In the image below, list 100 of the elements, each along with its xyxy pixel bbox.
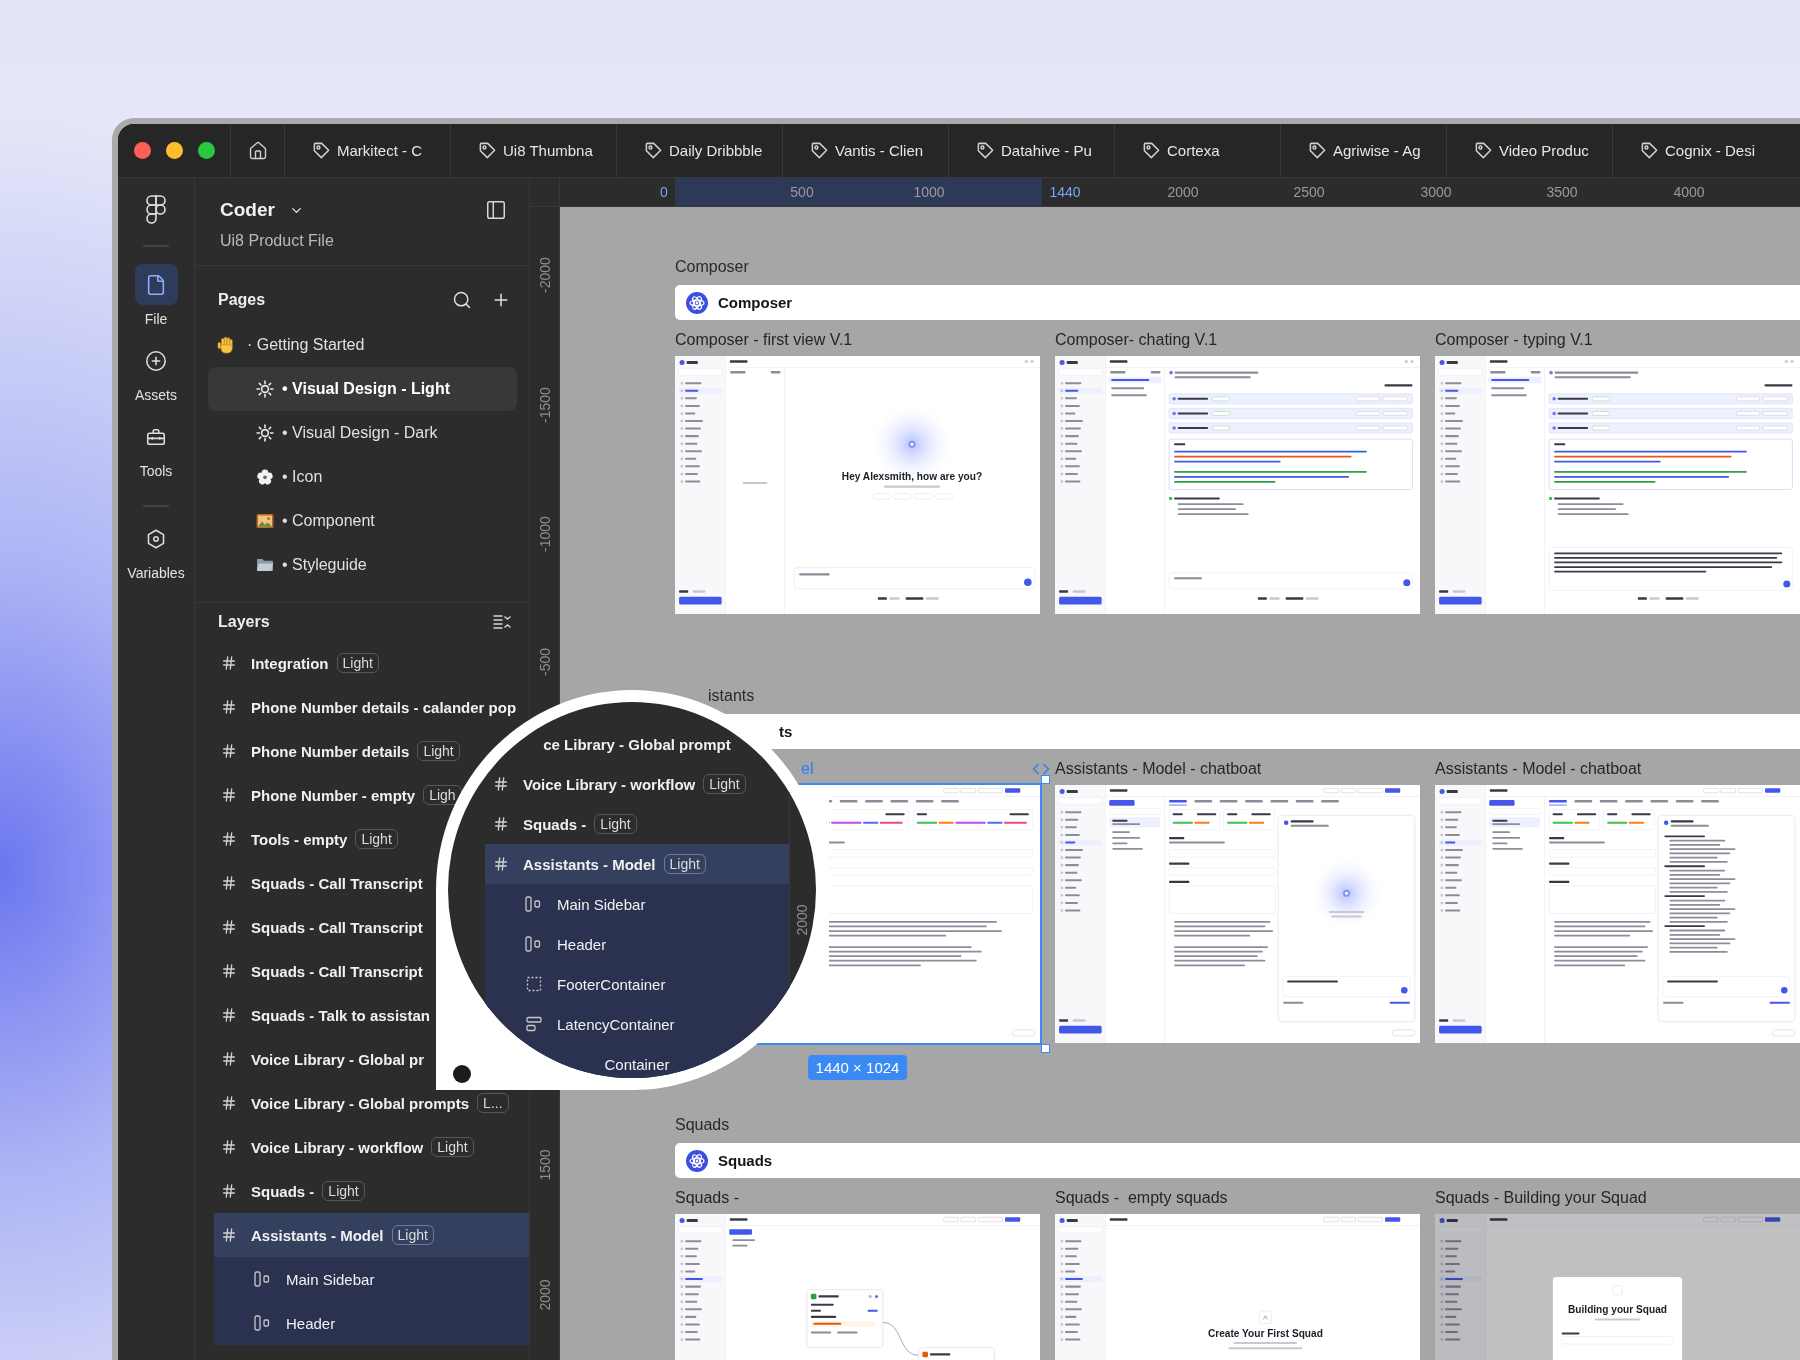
- theme-tag: Light: [391, 1225, 434, 1245]
- hash-icon: [221, 1139, 237, 1155]
- hash-icon: [493, 776, 509, 792]
- ruler-label: -1500: [537, 387, 553, 423]
- layer-item[interactable]: LatencyContainer: [525, 1004, 675, 1044]
- file-menu-button[interactable]: Coder: [220, 199, 304, 221]
- search-icon[interactable]: [452, 289, 472, 310]
- layer-item[interactable]: Assistants - Model Light: [214, 1213, 529, 1257]
- hash-icon: [221, 831, 237, 847]
- layer-name: Container: [604, 1055, 670, 1073]
- frame-title[interactable]: Assistants - Model - chatboat: [1435, 759, 1642, 779]
- page-item[interactable]: • Visual Design - Light: [208, 367, 517, 411]
- flower-icon: [256, 468, 274, 486]
- layout-columns-icon: [254, 1315, 272, 1331]
- layer-item[interactable]: Integration Light: [221, 641, 379, 685]
- resize-handle[interactable]: [1041, 775, 1050, 784]
- layer-item[interactable]: Tools - empty Light: [221, 817, 398, 861]
- sun-icon: [256, 380, 274, 398]
- layer-item[interactable]: FooterContainer: [525, 964, 666, 1004]
- layer-item[interactable]: Header: [525, 924, 607, 964]
- layer-item[interactable]: Voice Library - workflow Light: [493, 764, 746, 804]
- layer-item[interactable]: Squads - Call Transcript: [221, 861, 423, 905]
- browser-tab[interactable]: Agriwise - Ag: [1280, 124, 1446, 177]
- hash-icon: [221, 1007, 237, 1023]
- browser-tab[interactable]: Markitect - C: [284, 124, 450, 177]
- ruler-label: 0: [660, 183, 668, 202]
- browser-tab[interactable]: Datahive - Pu: [948, 124, 1114, 177]
- layer-item[interactable]: Main Sidebar: [525, 884, 646, 924]
- folder-icon: [256, 557, 274, 573]
- section-label: Squads: [675, 1115, 730, 1135]
- ruler-label: 3000: [1420, 183, 1452, 202]
- theme-tag: Light: [355, 829, 398, 849]
- layer-item[interactable]: Squads - Call Transcript: [221, 905, 423, 949]
- browser-tab[interactable]: Vantis - Clien: [782, 124, 948, 177]
- tag-icon: [312, 141, 331, 160]
- resize-handle[interactable]: [1041, 1044, 1050, 1053]
- page-item[interactable]: • Styleguide: [208, 543, 517, 587]
- ruler-label: 2000: [1167, 183, 1199, 202]
- home-icon: [247, 140, 268, 161]
- browser-tab[interactable]: Daily Dribbble: [616, 124, 782, 177]
- collapse-list-icon[interactable]: [493, 614, 511, 630]
- browser-tab[interactable]: Video Produc: [1446, 124, 1612, 177]
- ruler-label: 1440: [1049, 183, 1081, 202]
- ruler-label: 500: [790, 183, 814, 202]
- hash-icon: [221, 655, 237, 671]
- rail-button[interactable]: Assets: [134, 340, 178, 403]
- frame-title[interactable]: Composer - typing V.1: [1435, 330, 1593, 350]
- minimize-button[interactable]: [166, 142, 183, 159]
- rail-button[interactable]: Variables: [127, 518, 185, 581]
- sidebar-toggle-icon[interactable]: [485, 199, 507, 221]
- frame-title[interactable]: Assistants - Model - chatboat: [1055, 759, 1262, 779]
- layer-item[interactable]: Main Sidebar: [254, 1257, 375, 1301]
- ruler-label: 2000: [794, 904, 810, 936]
- layout-columns-icon: [525, 936, 543, 952]
- hash-icon: [221, 743, 237, 759]
- ruler-label: 2000: [537, 1279, 553, 1311]
- rail-button[interactable]: Tools: [134, 416, 178, 479]
- browser-tab[interactable]: Ui8 Thumbna: [450, 124, 616, 177]
- theme-tag: Light: [336, 653, 379, 673]
- rail-button[interactable]: File: [134, 264, 178, 327]
- waving-hand-icon: [217, 336, 235, 354]
- frame-title[interactable]: Squads - Building your Squad: [1435, 1188, 1647, 1208]
- ruler-label: 3500: [1546, 183, 1578, 202]
- tag-icon: [1308, 141, 1327, 160]
- theme-tag: Light: [322, 1181, 365, 1201]
- section-title: Layers: [218, 613, 270, 631]
- frame-title[interactable]: Squads - empty squads: [1055, 1188, 1228, 1208]
- maximize-button[interactable]: [198, 142, 215, 159]
- hash-icon: [221, 875, 237, 891]
- screen-heading: Hey Alexsmith, how are you?: [841, 471, 983, 482]
- theme-tag: L...: [477, 1093, 509, 1113]
- hash-icon: [221, 787, 237, 803]
- layer-item[interactable]: Voice Library - Global pr: [221, 1037, 425, 1081]
- theme-tag: Light: [663, 854, 706, 874]
- layer-item[interactable]: Squads - Call Transcript: [221, 949, 423, 993]
- section-label: istants: [708, 686, 755, 706]
- app-logo-icon[interactable]: [146, 195, 166, 225]
- layer-item[interactable]: Voice Library - workflow Light: [221, 1125, 474, 1169]
- browser-tab[interactable]: Cognix - Desi: [1612, 124, 1778, 177]
- page-item[interactable]: • Visual Design - Dark: [208, 411, 517, 455]
- close-button[interactable]: [134, 142, 151, 159]
- sun-icon: [256, 424, 274, 442]
- tag-icon: [810, 141, 829, 160]
- page-item[interactable]: · Getting Started: [208, 323, 517, 367]
- tag-icon: [1474, 141, 1493, 160]
- frame-title[interactable]: Composer- chating V.1: [1055, 330, 1218, 350]
- page-item[interactable]: • Icon: [208, 455, 517, 499]
- layer-item[interactable]: Squads - Light: [221, 1169, 365, 1213]
- frame-title[interactable]: Composer - first view V.1: [675, 330, 853, 350]
- section-label: Composer: [675, 257, 749, 277]
- page-item[interactable]: • Component: [208, 499, 517, 543]
- layer-item[interactable]: Assistants - Model Light: [485, 844, 789, 884]
- layer-item[interactable]: Squads - Light: [493, 804, 637, 844]
- frame-title[interactable]: Squads -: [675, 1188, 740, 1208]
- layer-item[interactable]: Squads - Talk to assistan: [221, 993, 430, 1037]
- dot-icon: [453, 1065, 471, 1083]
- ruler-label: 1500: [537, 1149, 553, 1181]
- browser-tab[interactable]: Cortexa: [1114, 124, 1280, 177]
- atom-icon: [686, 291, 708, 314]
- layer-item[interactable]: Header: [254, 1301, 336, 1345]
